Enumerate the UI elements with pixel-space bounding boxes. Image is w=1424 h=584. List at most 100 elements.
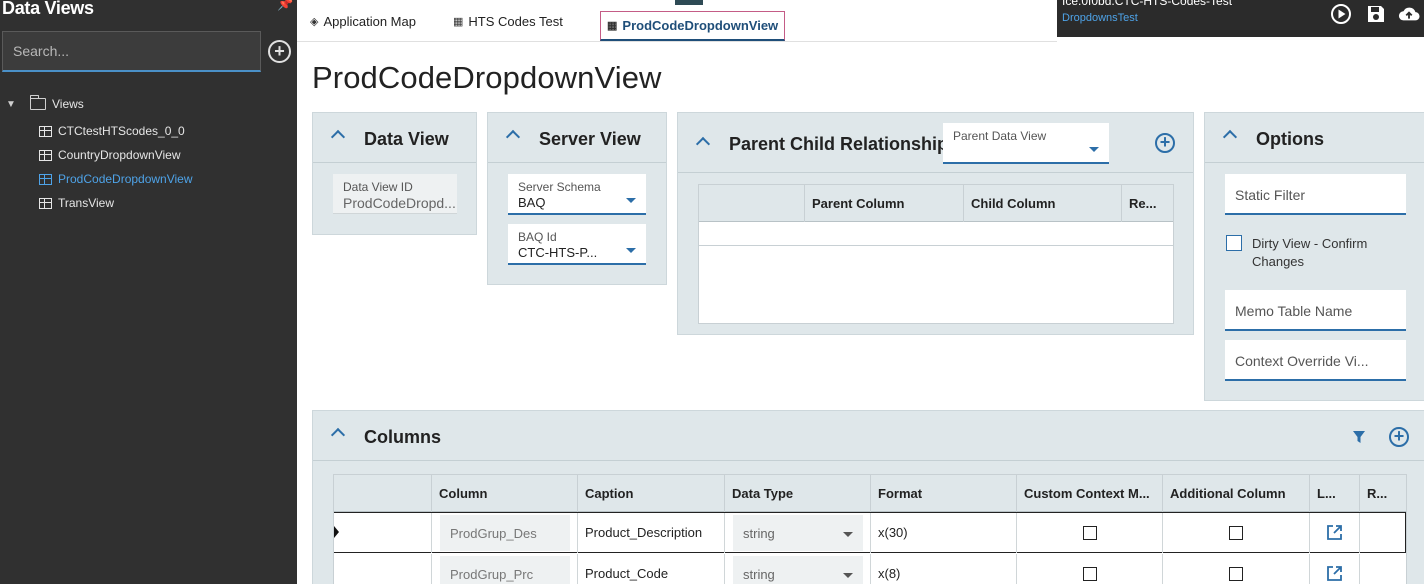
folder-icon — [29, 95, 46, 110]
col-header-r[interactable]: R... — [1359, 475, 1408, 512]
tree-item-prodcodedropdownview[interactable]: ProdCodeDropdownView — [39, 172, 193, 186]
search-input[interactable] — [2, 31, 261, 72]
baq-id-dropdown[interactable]: BAQ Id CTC-HTS-P... — [508, 224, 646, 265]
chevron-up-icon[interactable] — [330, 427, 346, 443]
parent-data-view-dropdown[interactable]: Parent Data View — [943, 123, 1109, 164]
save-icon[interactable] — [1365, 3, 1387, 25]
panel-header[interactable]: Parent Child Relationships — [678, 113, 1193, 173]
custom-context-checkbox[interactable] — [1083, 526, 1097, 540]
dropdown-arrow-icon[interactable] — [626, 198, 636, 203]
tree-item-countrydropdownview[interactable]: CountryDropdownView — [39, 148, 181, 162]
tab-application-map[interactable]: ◈ Application Map — [310, 14, 416, 29]
cell-column[interactable]: ProdGrup_Des — [431, 513, 577, 553]
field-value: CTC-HTS-P... — [518, 245, 598, 260]
panel-title: Server View — [539, 129, 641, 149]
layer-name[interactable]: DropdownsTest — [1062, 12, 1138, 24]
col-header — [699, 185, 804, 222]
col-header-custom-context[interactable]: Custom Context M... — [1016, 475, 1162, 512]
cell-format[interactable]: x(8) — [870, 554, 1016, 584]
cell-format[interactable]: x(30) — [870, 513, 1016, 553]
col-header-child-column[interactable]: Child Column — [963, 185, 1121, 222]
col-header-parent-column[interactable]: Parent Column — [804, 185, 963, 222]
context-override-field[interactable]: Context Override Vi... — [1225, 340, 1406, 381]
chevron-up-icon[interactable] — [505, 129, 521, 145]
panel-header[interactable]: Server View — [488, 113, 666, 163]
pin-icon[interactable]: 📌 — [277, 0, 293, 12]
grid-view-icon: ▦ — [607, 20, 618, 32]
cell-column[interactable]: ProdGrup_Prc — [431, 554, 577, 584]
col-header — [334, 475, 431, 512]
panel-title: Options — [1256, 129, 1324, 149]
relationships-grid: Parent Column Child Column Re... — [698, 184, 1174, 324]
tab-hts-codes-test[interactable]: ▦ HTS Codes Test — [453, 14, 563, 29]
cell-caption[interactable]: Product_Description — [577, 513, 724, 553]
cell-data-type[interactable]: string — [724, 513, 870, 553]
chevron-up-icon[interactable] — [1222, 129, 1238, 145]
custom-context-checkbox[interactable] — [1083, 567, 1097, 581]
add-view-button[interactable]: + — [268, 40, 291, 63]
dirty-view-label: Dirty View - Confirm Changes — [1252, 236, 1368, 269]
table-icon: ▦ — [453, 16, 464, 28]
panel-header[interactable]: Columns — [313, 411, 1424, 461]
additional-column-checkbox[interactable] — [1229, 567, 1243, 581]
row-indicator-icon — [334, 526, 339, 538]
tree-item-transview[interactable]: TransView — [39, 196, 114, 210]
external-link-icon[interactable] — [1326, 524, 1343, 541]
field-value: ProdCodeDropd... — [343, 195, 456, 211]
cell-link — [1309, 513, 1359, 553]
server-schema-dropdown[interactable]: Server Schema BAQ — [508, 174, 646, 215]
col-header-data-type[interactable]: Data Type — [724, 475, 870, 512]
dirty-view-checkbox[interactable] — [1226, 235, 1242, 251]
panel-title: Parent Child Relationships — [729, 134, 959, 154]
add-relationship-button[interactable]: + — [1155, 133, 1175, 153]
static-filter-field[interactable]: Static Filter — [1225, 174, 1406, 215]
parent-child-panel: Parent Child Relationships Parent Data V… — [677, 112, 1194, 335]
grid-header: Column Caption Data Type Format Custom C… — [334, 475, 1406, 512]
field-label: Data View ID — [343, 180, 413, 194]
column-name-value: ProdGrup_Prc — [440, 556, 570, 584]
cell-data-type[interactable]: string — [724, 554, 870, 584]
table-row[interactable]: ProdGrup_Prc Product_Code string x(8) — [334, 554, 1406, 584]
grid-header: Parent Column Child Column Re... — [699, 185, 1173, 222]
filter-icon[interactable] — [1352, 430, 1366, 444]
dropdown-arrow-icon[interactable] — [626, 248, 636, 253]
panel-title: Data View — [364, 129, 449, 149]
cell-r — [1359, 513, 1406, 553]
tree-item-ctctesthtscodes[interactable]: CTCtestHTScodes_0_0 — [39, 124, 185, 138]
chevron-up-icon[interactable] — [330, 129, 346, 145]
tab-label: HTS Codes Test — [468, 14, 563, 29]
col-header-column[interactable]: Column — [431, 475, 577, 512]
tab-indicator — [675, 0, 703, 5]
additional-column-checkbox[interactable] — [1229, 526, 1243, 540]
chevron-up-icon[interactable] — [695, 136, 711, 152]
tab-bar: ◈ Application Map ▦ HTS Codes Test ▦ Pro… — [297, 0, 1057, 42]
data-view-panel: Data View Data View ID ProdCodeDropd... — [312, 112, 477, 235]
caret-down-icon[interactable]: ▼ — [6, 99, 16, 110]
tree-root-views[interactable]: ▼ Views — [6, 95, 84, 111]
col-header-caption[interactable]: Caption — [577, 475, 724, 512]
col-header-additional-column[interactable]: Additional Column — [1162, 475, 1309, 512]
add-column-button[interactable]: + — [1389, 427, 1409, 447]
col-header-format[interactable]: Format — [870, 475, 1016, 512]
field-label: Parent Data View — [953, 129, 1047, 143]
dropdown-arrow-icon[interactable] — [1089, 147, 1099, 152]
data-type-dropdown[interactable]: string — [733, 515, 863, 551]
cell-custom-context — [1016, 513, 1162, 553]
cell-additional-column — [1162, 513, 1309, 553]
cloud-upload-icon[interactable] — [1398, 3, 1420, 25]
col-header-l[interactable]: L... — [1309, 475, 1359, 512]
tab-prodcodedropdownview[interactable]: ▦ ProdCodeDropdownView — [600, 11, 786, 41]
grid-empty-row[interactable] — [699, 222, 1173, 246]
table-row[interactable]: ProdGrup_Des Product_Description string … — [334, 512, 1406, 553]
tree-item-label: CountryDropdownView — [58, 148, 181, 162]
memo-table-name-field[interactable]: Memo Table Name — [1225, 290, 1406, 331]
options-panel: Options Static Filter Dirty View - Confi… — [1204, 112, 1424, 401]
panel-header[interactable]: Options — [1205, 113, 1424, 163]
tree-root-label: Views — [52, 97, 84, 111]
cell-caption[interactable]: Product_Code — [577, 554, 724, 584]
preview-icon[interactable] — [1330, 3, 1352, 25]
panel-header[interactable]: Data View — [313, 113, 476, 163]
data-type-dropdown[interactable]: string — [733, 556, 863, 584]
external-link-icon[interactable] — [1326, 565, 1343, 582]
col-header-re[interactable]: Re... — [1121, 185, 1175, 222]
